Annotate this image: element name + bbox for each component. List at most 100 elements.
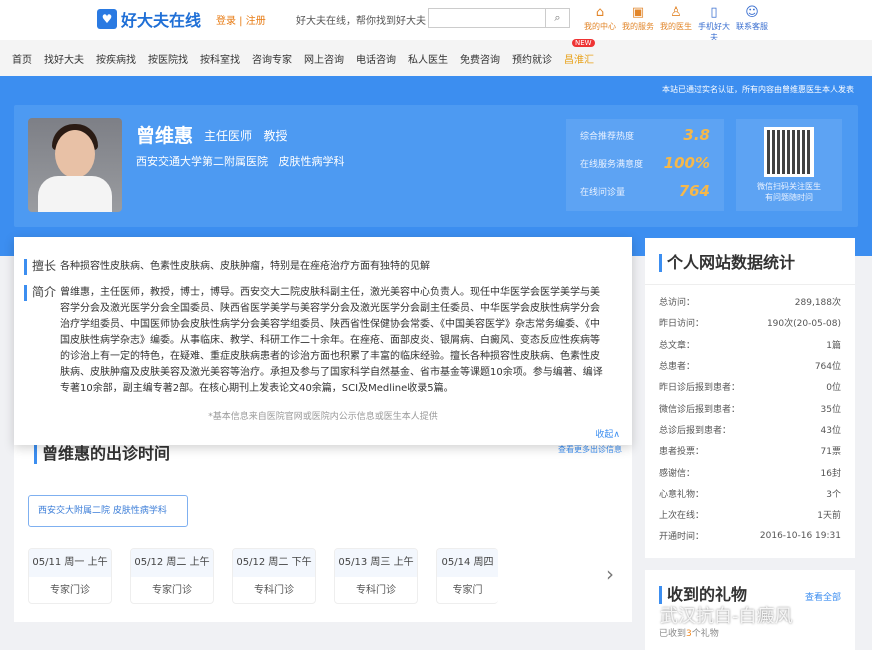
metric-label: 在线服务满意度 — [580, 157, 643, 170]
stat-label: 总患者： — [659, 359, 695, 372]
search-icon[interactable]: ⌕ — [545, 9, 569, 27]
top-link-my-service[interactable]: ▣我的服务 — [622, 5, 654, 43]
schedule-slot[interactable]: 05/14 周四专家门 — [436, 548, 498, 604]
schedule-slot[interactable]: 05/12 周二 上午专家门诊 — [130, 548, 214, 604]
schedule-more-link[interactable]: 查看更多出诊信息 — [558, 444, 622, 455]
source-note: *基本信息来自医院官网或医院内公示信息或医生本人提供 — [14, 409, 632, 422]
stat-label: 总文章： — [659, 338, 695, 351]
stat-label: 开通时间： — [659, 529, 704, 542]
top-link-label: 联系客服 — [736, 22, 768, 31]
clipboard-icon: ▣ — [622, 5, 654, 21]
stat-label: 上次在线： — [659, 508, 704, 521]
site-logo[interactable]: ♥ 好大夫在线 — [97, 7, 201, 31]
intro-text: 曾维惠，主任医师，教授，博士，博导。西安交大二院皮肤科副主任，激光美容中心负责人… — [60, 285, 608, 397]
stat-label: 总访问： — [659, 295, 695, 308]
verification-notice: 本站已通过实名认证，所有内容由曾维惠医生本人发表 — [662, 84, 854, 95]
doctor-name: 曾维惠 — [136, 121, 193, 148]
doctor-metrics: 综合推荐热度3.8 在线服务满意度100% 在线问诊量764 — [566, 119, 724, 211]
schedule-slot[interactable]: 05/11 周一 上午专家门诊 — [28, 548, 112, 604]
specialty-text: 各种损容性皮肤病、色素性皮肤病、皮肤肿瘤，特别是在痤疮治疗方面有独特的见解 — [60, 259, 608, 275]
slot-date: 05/12 周二 下午 — [233, 549, 315, 577]
slogan: 好大夫在线，帮你找到好大夫 — [296, 12, 426, 27]
stat-label: 患者投票： — [659, 444, 704, 457]
stat-value: 1天前 — [817, 508, 841, 521]
schedule-slot[interactable]: 05/13 周三 上午专科门诊 — [334, 548, 418, 604]
logo-text: 好大夫在线 — [121, 7, 201, 31]
stat-value: 16封 — [821, 466, 841, 479]
stat-row: 昨日访问：190次(20-05-08) — [645, 312, 855, 333]
watermark: 武汉抗白-白癜风 — [660, 602, 793, 628]
view-all-gifts-link[interactable]: 查看全部 — [805, 590, 841, 603]
nav-item[interactable]: 找好大夫 — [44, 51, 84, 66]
new-badge: NEW — [572, 39, 595, 47]
slot-date: 05/11 周一 上午 — [29, 549, 111, 577]
stat-row: 心意礼物： 3个 — [645, 483, 855, 504]
nav-item[interactable]: 私人医生 — [408, 51, 448, 66]
stat-label: 感谢信： — [659, 466, 695, 479]
nav-item[interactable]: 网上咨询 — [304, 51, 344, 66]
top-link-my-center[interactable]: ⌂我的中心 — [584, 5, 616, 43]
nav-item-hot[interactable]: NEW昌淮汇 — [564, 51, 594, 66]
doctor-hospital[interactable]: 西安交通大学第二附属医院 — [136, 155, 268, 168]
top-link-support[interactable]: ☺联系客服 — [736, 5, 768, 43]
stat-row: 总文章： 1篇 — [645, 334, 855, 355]
doctor-academic: 教授 — [263, 129, 287, 143]
qr-code — [764, 127, 814, 177]
stat-label: 微信诊后报到患者： — [659, 402, 740, 415]
search-input[interactable]: ⌕ — [428, 8, 570, 28]
stat-label: 总诊后报到患者： — [659, 423, 731, 436]
wechat-qr-box: 微信扫码关注医生 有问题随时问 — [736, 119, 842, 211]
specialty-label: 擅长 — [24, 259, 60, 275]
slot-date: 05/14 周四 — [437, 549, 498, 577]
doctor-department[interactable]: 皮肤性病学科 — [279, 155, 345, 168]
top-link-label: 我的服务 — [622, 22, 654, 31]
phone-icon: ▯ — [698, 5, 730, 21]
nav-item[interactable]: 咨询专家 — [252, 51, 292, 66]
nav-item[interactable]: 按医院找 — [148, 51, 188, 66]
slot-type: 专家门诊 — [29, 577, 111, 604]
doctor-card: 曾维惠 主任医师 教授 西安交通大学第二附属医院 皮肤性病学科 综合推荐热度3.… — [14, 105, 858, 227]
stat-label: 心意礼物： — [659, 487, 704, 500]
stats-title: 个人网站数据统计 — [659, 254, 855, 272]
home-icon: ⌂ — [584, 5, 616, 21]
top-header: ♥ 好大夫在线 登录 | 注册 好大夫在线，帮你找到好大夫 ⌕ ⌂我的中心 ▣我… — [0, 0, 872, 40]
stat-row: 微信诊后报到患者： 35位 — [645, 397, 855, 418]
nav-item[interactable]: 电话咨询 — [356, 51, 396, 66]
top-link-label: 手机好大夫 — [698, 22, 730, 42]
logo-icon: ♥ — [97, 9, 117, 29]
stats-panel: 个人网站数据统计 总访问：289,188次昨日访问：190次(20-05-08)… — [645, 238, 855, 558]
nav-item[interactable]: 首页 — [12, 51, 32, 66]
stat-label: 昨日访问： — [659, 316, 704, 329]
nav-item[interactable]: 免费咨询 — [460, 51, 500, 66]
nav-item-label: 昌淮汇 — [564, 55, 594, 66]
slot-type: 专科门诊 — [233, 577, 315, 604]
login-link[interactable]: 登录 — [216, 16, 236, 27]
top-link-mobile[interactable]: ▯手机好大夫 — [698, 5, 730, 43]
nav-item[interactable]: 预约就诊 — [512, 51, 552, 66]
doctor-photo — [28, 118, 122, 212]
stat-row: 总患者： 764位 — [645, 355, 855, 376]
collapse-link[interactable]: 收起∧ — [595, 427, 620, 440]
nav-item[interactable]: 按科室找 — [200, 51, 240, 66]
slot-date: 05/13 周三 上午 — [335, 549, 417, 577]
register-link[interactable]: 注册 — [246, 16, 266, 27]
top-link-my-doctor[interactable]: ♙我的医生 — [660, 5, 692, 43]
stat-row: 感谢信： 16封 — [645, 461, 855, 482]
stat-value: 1篇 — [826, 338, 841, 351]
metric-value: 100% — [664, 154, 710, 172]
stat-value: 71票 — [821, 444, 841, 457]
stat-value: 43位 — [821, 423, 841, 436]
schedule-slot[interactable]: 05/12 周二 下午专科门诊 — [232, 548, 316, 604]
stat-value: 2016-10-16 19:31 — [760, 531, 841, 541]
support-icon: ☺ — [736, 5, 768, 21]
stat-value: 35位 — [821, 402, 841, 415]
nav-item[interactable]: 按疾病找 — [96, 51, 136, 66]
schedule-section: 曾维惠的出诊时间 查看更多出诊信息 西安交大附属二院 皮肤性病学科 05/11 … — [14, 430, 632, 622]
slot-type: 专科门诊 — [335, 577, 417, 604]
stat-value: 3个 — [826, 487, 841, 500]
gift-count-suffix: 个礼物 — [692, 629, 719, 639]
hospital-tab[interactable]: 西安交大附属二院 皮肤性病学科 — [28, 495, 188, 527]
chevron-right-icon[interactable]: › — [606, 562, 614, 586]
gift-count-prefix: 已收到 — [659, 629, 686, 639]
stat-value: 764位 — [815, 359, 841, 372]
